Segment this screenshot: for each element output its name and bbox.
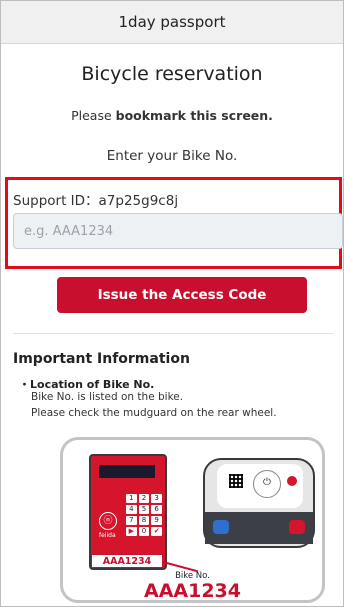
important-info-heading: Important Information (13, 351, 190, 367)
key: 9 (151, 516, 162, 525)
red-pad-icon (289, 520, 305, 534)
power-button-icon: ⏻ (253, 470, 281, 498)
enter-bike-no-label: Enter your Bike No. (106, 148, 238, 164)
key: 8 (138, 516, 150, 525)
key: ▶ (126, 527, 137, 536)
red-lock-device: ⓝ feiida 1 2 3 4 5 6 7 8 9 ▶ 0 ✔ (89, 454, 167, 570)
app-frame: 1day passport Bicycle reservation Please… (0, 0, 344, 607)
location-line-2: Please check the mudguard on the rear wh… (31, 407, 277, 419)
bookmark-instruction: Please bookmark this screen. (1, 108, 343, 123)
key: 3 (151, 494, 162, 503)
section-divider (13, 333, 333, 334)
key: 4 (126, 505, 137, 514)
bookmark-prefix: Please (71, 108, 116, 123)
bookmark-bold-text: bookmark this screen. (115, 108, 273, 123)
device-bottom-band (205, 512, 313, 544)
gray-lock-device: ⏻ (203, 458, 315, 548)
location-title: ・Location of Bike No. (19, 378, 155, 391)
device-display (99, 465, 155, 478)
bike-no-value: AAA1234 (144, 580, 241, 602)
page-header: 1day passport (1, 1, 343, 44)
qr-code-icon (229, 474, 243, 488)
brand-mark-icon (287, 476, 297, 486)
keypad: 1 2 3 4 5 6 7 8 9 ▶ 0 ✔ (126, 494, 162, 536)
key: 1 (126, 494, 137, 503)
key: 2 (138, 494, 150, 503)
bike-no-sticker: AAA1234 (91, 554, 163, 568)
bike-no-illustration: ⓝ feiida 1 2 3 4 5 6 7 8 9 ▶ 0 ✔ AAA1234 (60, 437, 325, 603)
blue-pad-icon (213, 520, 229, 534)
key: 0 (138, 527, 150, 536)
key: 6 (151, 505, 162, 514)
location-line-1: Bike No. is listed on the bike. (31, 391, 184, 403)
page-title: Bicycle reservation (81, 63, 263, 85)
key: 5 (138, 505, 150, 514)
device-top-panel: ⏻ (217, 464, 303, 508)
key: ✔ (151, 527, 162, 536)
bike-no-input[interactable] (13, 213, 343, 249)
issue-access-code-button[interactable]: Issue the Access Code (57, 277, 307, 313)
device-brand: feiida (99, 532, 116, 539)
support-id: Support ID：a7p25g9c8j (13, 193, 179, 209)
brand-logo-icon: ⓝ (99, 512, 117, 530)
key: 7 (126, 516, 137, 525)
